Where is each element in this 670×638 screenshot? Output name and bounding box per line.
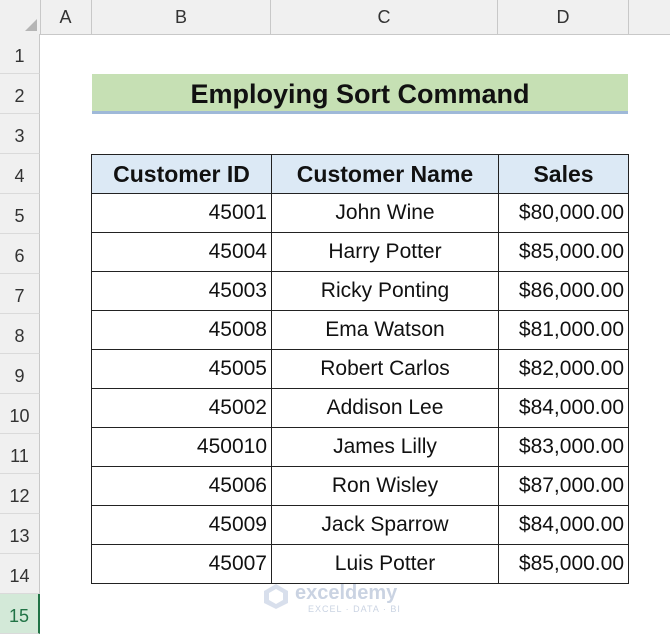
table-row: 45004 Harry Potter $85,000.00 [91,232,629,272]
watermark-tagline: EXCEL · DATA · BI [308,604,401,614]
table-row: 450010 James Lilly $83,000.00 [91,427,629,467]
customer-name-cell[interactable]: James Lilly [271,427,499,467]
row-header-3[interactable]: 3 [0,114,40,154]
customer-id-cell[interactable]: 45004 [91,232,272,272]
column-header-d[interactable]: D [498,0,629,34]
customer-id-cell[interactable]: 450010 [91,427,272,467]
customer-name-cell[interactable]: Addison Lee [271,388,499,428]
row-header-1[interactable]: 1 [0,34,40,74]
row-header-14[interactable]: 14 [0,554,40,594]
table-row: 45001 John Wine $80,000.00 [91,193,629,233]
table-row: 45002 Addison Lee $84,000.00 [91,388,629,428]
select-all-triangle-icon [25,19,37,31]
sales-cell[interactable]: $85,000.00 [498,544,629,584]
customer-id-cell[interactable]: 45005 [91,349,272,389]
header-customer-name[interactable]: Customer Name [271,154,499,194]
exceldemy-logo-icon [264,584,288,609]
column-header-a[interactable]: A [40,0,92,34]
column-header-c[interactable]: C [271,0,498,34]
row-header-13[interactable]: 13 [0,514,40,554]
customer-name-cell[interactable]: Robert Carlos [271,349,499,389]
table-header-row: Customer ID Customer Name Sales [91,154,629,194]
customer-name-cell[interactable]: Jack Sparrow [271,505,499,545]
watermark-name: exceldemy [295,582,398,604]
sales-table: Customer ID Customer Name Sales 45001 Joh… [91,154,629,584]
header-customer-id[interactable]: Customer ID [91,154,272,194]
exceldemy-watermark: exceldemy EXCEL · DATA · BI [262,578,412,618]
customer-id-cell[interactable]: 45007 [91,544,272,584]
sales-cell[interactable]: $84,000.00 [498,505,629,545]
row-header-15[interactable]: 15 [0,594,40,634]
sales-cell[interactable]: $83,000.00 [498,427,629,467]
row-header-2[interactable]: 2 [0,74,40,114]
customer-name-cell[interactable]: John Wine [271,193,499,233]
sales-cell[interactable]: $85,000.00 [498,232,629,272]
table-row: 45008 Ema Watson $81,000.00 [91,310,629,350]
row-header-8[interactable]: 8 [0,314,40,354]
row-header-7[interactable]: 7 [0,274,40,314]
row-header-11[interactable]: 11 [0,434,40,474]
row-header-12[interactable]: 12 [0,474,40,514]
sales-cell[interactable]: $86,000.00 [498,271,629,311]
sales-cell[interactable]: $81,000.00 [498,310,629,350]
sales-cell[interactable]: $87,000.00 [498,466,629,506]
sheet-title-cell[interactable]: Employing Sort Command [92,74,628,114]
select-all-button[interactable] [0,0,41,34]
row-header-5[interactable]: 5 [0,194,40,234]
sales-cell[interactable]: $82,000.00 [498,349,629,389]
customer-name-cell[interactable]: Ron Wisley [271,466,499,506]
sales-cell[interactable]: $80,000.00 [498,193,629,233]
customer-id-cell[interactable]: 45006 [91,466,272,506]
customer-id-cell[interactable]: 45003 [91,271,272,311]
row-header-6[interactable]: 6 [0,234,40,274]
sales-cell[interactable]: $84,000.00 [498,388,629,428]
customer-id-cell[interactable]: 45008 [91,310,272,350]
customer-id-cell[interactable]: 45009 [91,505,272,545]
table-row: 45005 Robert Carlos $82,000.00 [91,349,629,389]
row-header-4[interactable]: 4 [0,154,40,194]
spreadsheet: A B C D 1 2 3 4 5 6 7 8 9 10 11 12 13 14 15 Employing … [0,0,670,634]
customer-name-cell[interactable]: Ricky Ponting [271,271,499,311]
customer-name-cell[interactable]: Harry Potter [271,232,499,272]
header-sales[interactable]: Sales [498,154,629,194]
table-row: 45006 Ron Wisley $87,000.00 [91,466,629,506]
column-header-b[interactable]: B [92,0,271,34]
column-header-bar: A B C D [0,0,670,35]
customer-name-cell[interactable]: Ema Watson [271,310,499,350]
table-row: 45009 Jack Sparrow $84,000.00 [91,505,629,545]
row-header-9[interactable]: 9 [0,354,40,394]
customer-id-cell[interactable]: 45001 [91,193,272,233]
table-row: 45003 Ricky Ponting $86,000.00 [91,271,629,311]
row-header-10[interactable]: 10 [0,394,40,434]
customer-id-cell[interactable]: 45002 [91,388,272,428]
